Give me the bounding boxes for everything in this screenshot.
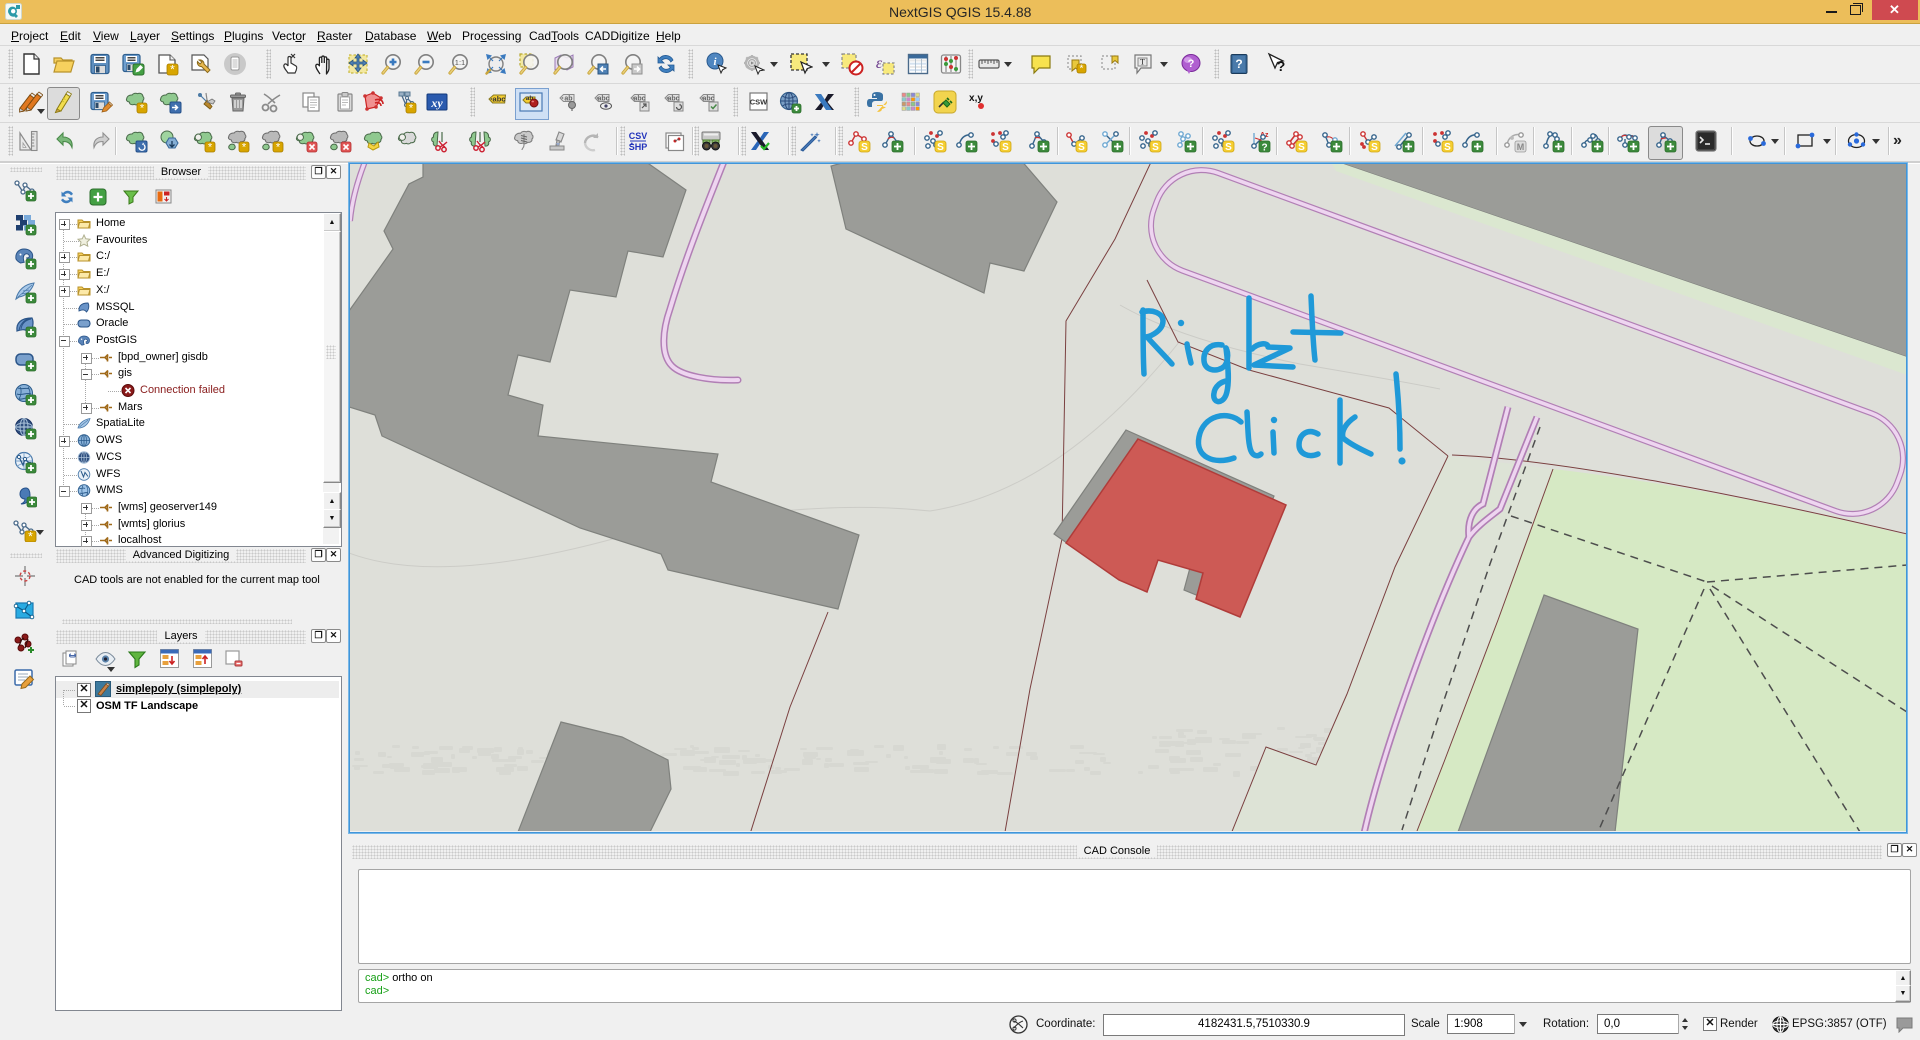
svg-text:?: ? bbox=[1235, 57, 1242, 71]
svg-text:abc: abc bbox=[667, 96, 679, 103]
svg-text:x,y: x,y bbox=[969, 93, 983, 104]
svg-text:*: * bbox=[28, 530, 33, 543]
svg-text:?: ? bbox=[1188, 58, 1195, 70]
svg-text:*: * bbox=[276, 142, 281, 154]
svg-text:ε: ε bbox=[876, 55, 883, 72]
svg-text:*: * bbox=[242, 142, 247, 154]
svg-text:S: S bbox=[1078, 142, 1085, 153]
svg-text:S: S bbox=[861, 142, 868, 153]
svg-text:S: S bbox=[1225, 142, 1232, 153]
svg-text:S: S bbox=[1152, 142, 1159, 153]
svg-text:*: * bbox=[208, 142, 213, 154]
svg-text:CSV: CSV bbox=[629, 131, 648, 141]
svg-text:S: S bbox=[937, 142, 944, 153]
svg-text:abc: abc bbox=[597, 96, 609, 103]
svg-text:M: M bbox=[1517, 142, 1525, 152]
svg-text:*: * bbox=[170, 63, 175, 77]
svg-text:abc: abc bbox=[702, 96, 714, 103]
svg-text:*: * bbox=[1080, 64, 1084, 75]
svg-text:S: S bbox=[1002, 142, 1009, 153]
svg-text:S: S bbox=[1298, 142, 1305, 153]
svg-text:S: S bbox=[1444, 142, 1451, 153]
svg-text:?: ? bbox=[1261, 143, 1267, 154]
svg-text:abc: abc bbox=[493, 95, 506, 104]
svg-text:abc: abc bbox=[633, 96, 645, 103]
svg-text:1:1: 1:1 bbox=[455, 58, 465, 67]
svg-text:T: T bbox=[1140, 58, 1145, 67]
svg-text:*: * bbox=[140, 103, 145, 115]
svg-text:*: * bbox=[409, 103, 414, 115]
svg-text:xy: xy bbox=[430, 96, 443, 110]
svg-text:?: ? bbox=[1277, 58, 1286, 74]
svg-text:S: S bbox=[1371, 142, 1378, 153]
svg-text:CSW: CSW bbox=[750, 98, 768, 107]
